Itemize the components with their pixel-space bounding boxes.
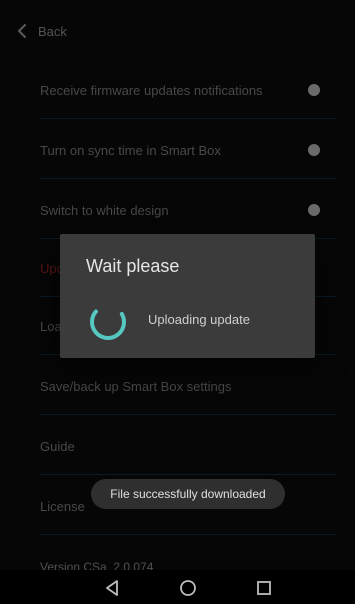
- system-recents-button[interactable]: [252, 576, 276, 600]
- setting-label: Switch to white design: [40, 202, 169, 218]
- system-back-button[interactable]: [100, 576, 124, 600]
- setting-row-firmware-notifications[interactable]: Receive firmware updates notifications: [40, 62, 336, 119]
- dialog-message: Uploading update: [148, 312, 250, 327]
- square-recents-icon: [257, 581, 271, 595]
- toast-message: File successfully downloaded: [91, 479, 285, 509]
- setting-label: Save/back up Smart Box settings: [40, 378, 232, 394]
- spinner-icon: [90, 304, 126, 340]
- setting-label: License: [40, 498, 85, 514]
- chevron-left-icon: [18, 24, 26, 38]
- dialog-title: Wait please: [86, 256, 180, 276]
- toggle-switch[interactable]: [308, 144, 320, 156]
- app-screen: Back Receive firmware updates notificati…: [0, 0, 355, 604]
- setting-label: Guide: [40, 438, 75, 454]
- back-label: Back: [38, 23, 67, 39]
- toast-text: File successfully downloaded: [110, 487, 266, 501]
- system-home-button[interactable]: [176, 576, 200, 600]
- system-navigation-bar: [0, 570, 355, 604]
- setting-row-guide[interactable]: Guide: [40, 418, 336, 475]
- circle-home-icon: [180, 580, 196, 596]
- setting-label: Turn on sync time in Smart Box: [40, 142, 221, 158]
- setting-label: Receive firmware updates notifications: [40, 82, 263, 98]
- setting-label: Loa: [40, 318, 62, 334]
- progress-dialog: Wait please Uploading update: [60, 234, 315, 358]
- toggle-switch[interactable]: [308, 204, 320, 216]
- toggle-switch[interactable]: [308, 84, 320, 96]
- setting-row-white-design[interactable]: Switch to white design: [40, 182, 336, 239]
- setting-row-save-backup[interactable]: Save/back up Smart Box settings: [40, 358, 336, 415]
- triangle-back-icon: [106, 580, 118, 596]
- back-button[interactable]: Back: [14, 18, 67, 44]
- setting-row-sync-time[interactable]: Turn on sync time in Smart Box: [40, 122, 336, 179]
